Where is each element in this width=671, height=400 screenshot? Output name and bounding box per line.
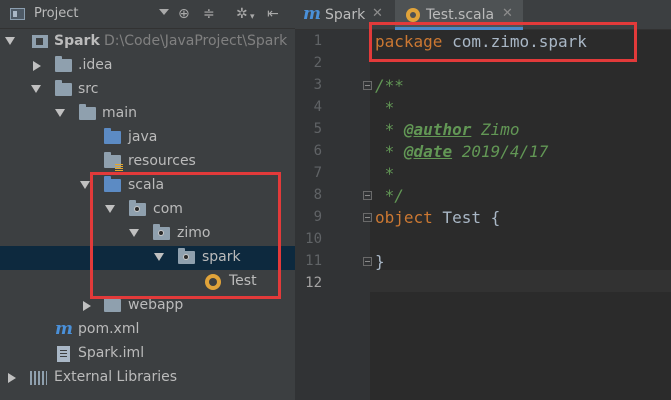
doc-tag: @author <box>403 120 472 139</box>
tree-item-label: src <box>78 81 99 97</box>
code-text: Test { <box>432 208 501 227</box>
target-icon[interactable]: ⊕ <box>178 6 190 22</box>
code-line-3[interactable]: /** <box>375 76 404 95</box>
tree-item-external-libraries[interactable]: External Libraries <box>0 366 295 390</box>
chevron-right-icon[interactable] <box>8 373 16 383</box>
resources-folder-icon <box>104 152 123 171</box>
chevron-down-icon[interactable] <box>159 9 169 15</box>
fold-marker-icon[interactable] <box>363 213 372 222</box>
fold-marker-icon[interactable] <box>363 257 372 266</box>
tree-item-idea[interactable]: .idea <box>0 54 295 78</box>
tree-item-label: .idea <box>78 57 113 73</box>
tab-label: Spark <box>325 7 366 23</box>
chevron-down-icon[interactable] <box>5 37 15 45</box>
tree-item-main[interactable]: main <box>0 102 295 126</box>
highlight-box-scala-tree <box>90 172 281 299</box>
project-icon <box>10 8 25 20</box>
settings-caret-icon[interactable]: ▾ <box>250 9 255 25</box>
collapse-icon[interactable]: ≑ <box>203 6 215 22</box>
project-panel-header: Project ⊕ ≑ ✲ ▾ ⇤ <box>0 0 295 29</box>
tree-item-java[interactable]: java <box>0 126 295 150</box>
tree-item-label: Spark <box>54 33 100 49</box>
code-line-6[interactable]: * @date 2019/4/17 <box>375 142 549 161</box>
chevron-right-icon[interactable] <box>83 301 91 311</box>
tree-item-src[interactable]: src <box>0 78 295 102</box>
chevron-right-icon[interactable] <box>33 61 41 71</box>
file-icon <box>57 346 70 362</box>
tree-item-resources[interactable]: resources <box>0 150 295 174</box>
line-number: 2 <box>313 55 322 71</box>
line-number: 7 <box>313 165 322 181</box>
code-line-7[interactable]: * <box>375 164 395 183</box>
maven-icon: m <box>303 4 321 24</box>
folder-icon <box>55 56 72 72</box>
tab-label: Test.scala <box>426 7 495 23</box>
tree-item-label: java <box>128 129 158 145</box>
folder-icon <box>55 80 72 96</box>
project-panel: Project ⊕ ≑ ✲ ▾ ⇤ Spark D:\Code\JavaProj… <box>0 0 295 400</box>
comment-text: * <box>375 142 404 161</box>
comment-text: Zimo <box>471 120 520 139</box>
line-number: 11 <box>305 253 322 269</box>
project-panel-title[interactable]: Project <box>34 6 78 21</box>
tree-item-pom[interactable]: m pom.xml <box>0 318 295 342</box>
source-folder-icon <box>104 128 121 144</box>
tree-item-label: External Libraries <box>54 369 177 385</box>
settings-icon[interactable]: ✲ <box>236 6 248 22</box>
fold-marker-icon[interactable] <box>363 81 372 90</box>
libraries-icon <box>30 371 47 385</box>
comment-text: * <box>375 120 404 139</box>
line-number: 8 <box>313 187 322 203</box>
highlight-box-package <box>369 22 637 62</box>
tree-item-path: D:\Code\JavaProject\Spark <box>104 33 288 49</box>
chevron-down-icon[interactable] <box>31 85 41 93</box>
line-number: 1 <box>313 33 322 49</box>
folder-icon <box>79 104 96 120</box>
code-line-11[interactable]: } <box>375 252 385 271</box>
line-number: 4 <box>313 99 322 115</box>
code-line-5[interactable]: * @author Zimo <box>375 120 520 139</box>
keyword: object <box>375 208 433 227</box>
close-icon[interactable]: ✕ <box>502 6 513 21</box>
hide-icon[interactable]: ⇤ <box>267 6 279 22</box>
current-line-highlight <box>370 270 671 292</box>
maven-icon: m <box>55 319 73 339</box>
code-line-4[interactable]: * <box>375 98 395 117</box>
tree-item-iml[interactable]: Spark.iml <box>0 342 295 366</box>
tree-item-label: pom.xml <box>78 321 140 337</box>
tree-item-label: main <box>102 105 137 121</box>
line-number-current: 12 <box>305 275 322 291</box>
tree-item-label: Spark.iml <box>78 345 145 361</box>
tree-item-label: webapp <box>128 297 184 313</box>
line-number: 5 <box>313 121 322 137</box>
line-number: 6 <box>313 143 322 159</box>
editor-panel: m Spark ✕ Test.scala ✕ 1 2 3 4 5 6 7 8 9… <box>295 0 671 400</box>
fold-marker-icon[interactable] <box>363 191 372 200</box>
code-line-8[interactable]: */ <box>375 186 404 205</box>
ide-window: Project ⊕ ≑ ✲ ▾ ⇤ Spark D:\Code\JavaProj… <box>0 0 671 400</box>
close-icon[interactable]: ✕ <box>372 6 383 21</box>
tree-item-spark[interactable]: Spark D:\Code\JavaProject\Spark <box>0 30 295 54</box>
line-number-gutter: 1 2 3 4 5 6 7 8 9 10 11 12 <box>295 30 372 400</box>
line-number: 9 <box>313 209 322 225</box>
module-icon <box>32 35 48 48</box>
folder-icon <box>104 296 121 312</box>
chevron-down-icon[interactable] <box>80 181 90 189</box>
tree-item-label: resources <box>128 153 196 169</box>
line-number: 3 <box>313 77 322 93</box>
code-line-9[interactable]: object Test { <box>375 208 500 227</box>
doc-tag: @date <box>403 142 453 161</box>
comment-text: 2019/4/17 <box>452 142 549 161</box>
chevron-down-icon[interactable] <box>55 109 65 117</box>
line-number: 10 <box>305 231 322 247</box>
scala-object-icon <box>406 8 420 22</box>
